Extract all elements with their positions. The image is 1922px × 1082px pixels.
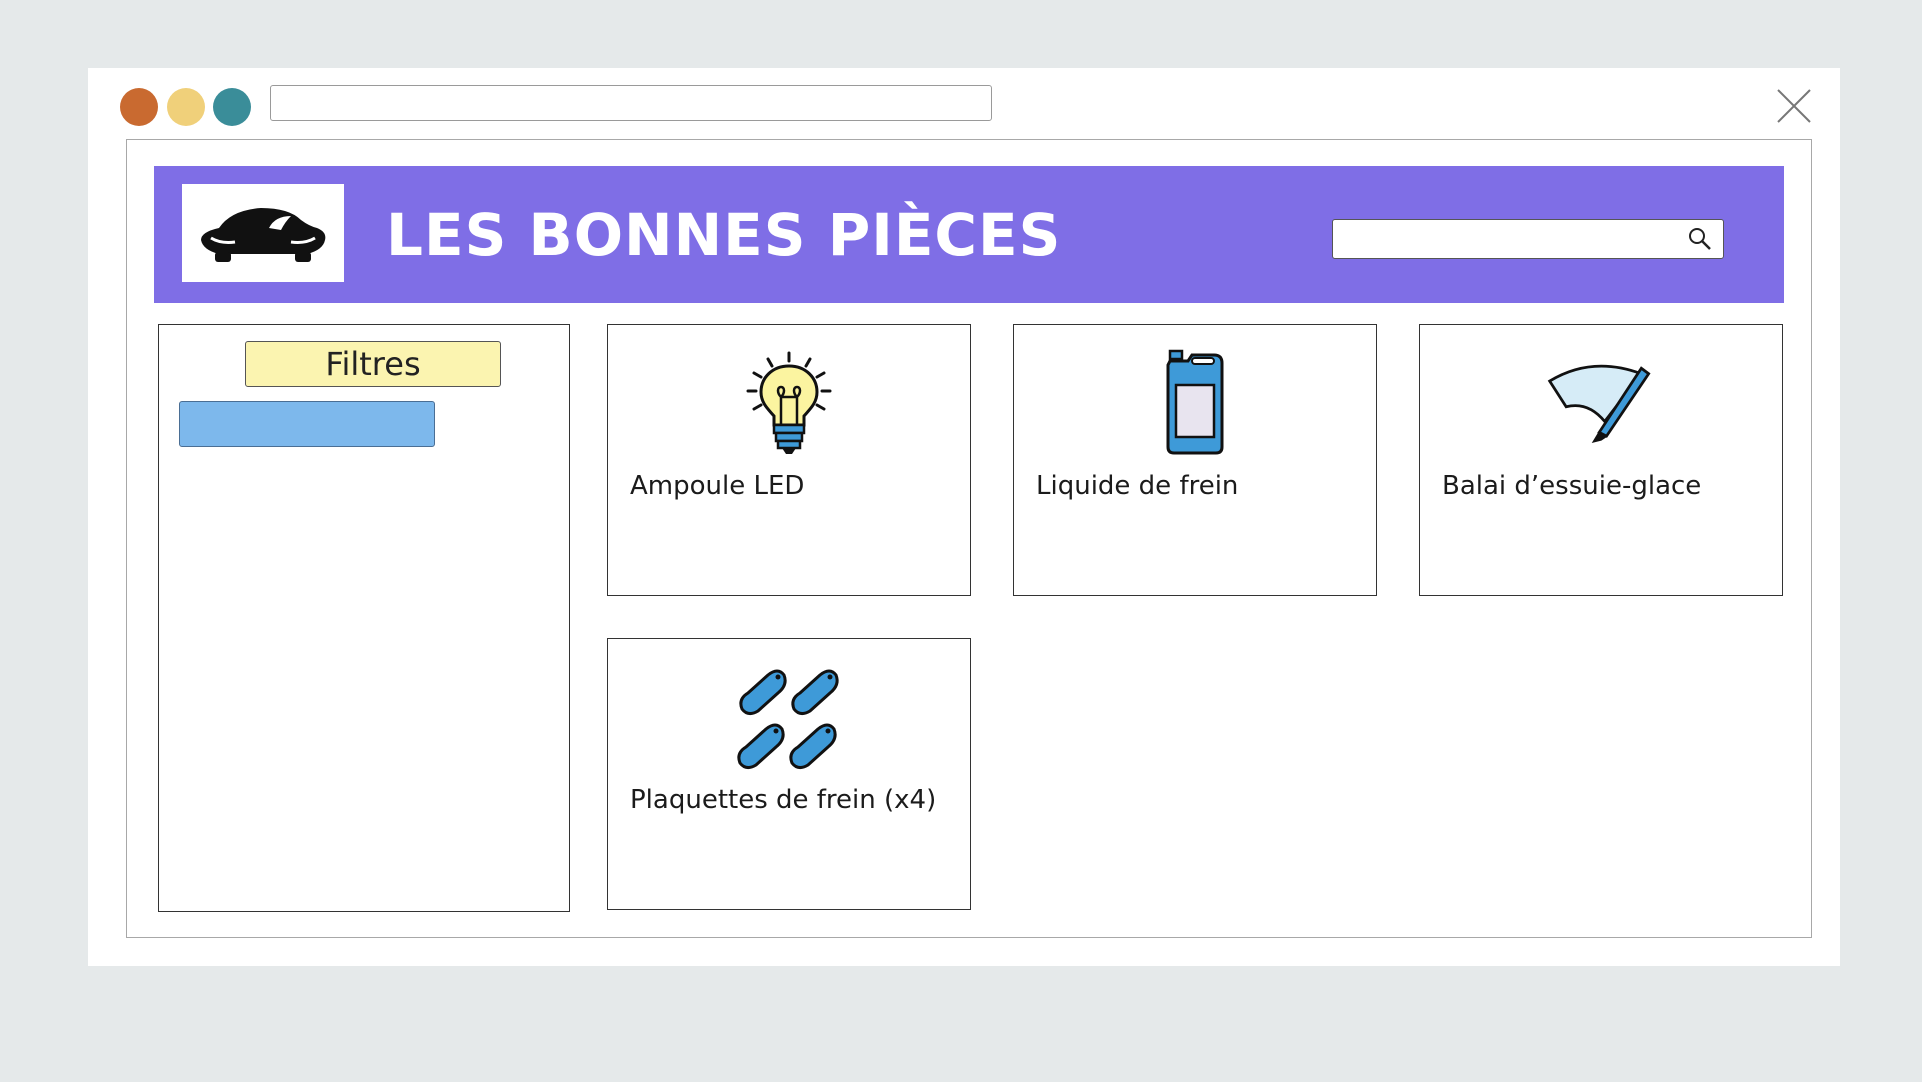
car-front-icon — [201, 208, 326, 262]
site-header: LES BONNES PIÈCES — [154, 166, 1784, 303]
close-icon[interactable] — [1774, 86, 1814, 126]
product-label: Liquide de frein — [1036, 471, 1239, 501]
filters-title: Filtres — [245, 341, 501, 387]
filter-select[interactable] — [179, 401, 435, 447]
fluid-bottle-icon — [1166, 349, 1224, 455]
product-card-liquide[interactable]: Liquide de frein — [1013, 324, 1377, 596]
product-label: Balai d’essuie-glace — [1442, 471, 1702, 501]
url-bar[interactable] — [270, 85, 992, 121]
window-minimize-dot[interactable] — [167, 88, 205, 126]
lightbulb-icon — [746, 351, 832, 454]
site-title: LES BONNES PIÈCES — [386, 201, 1062, 269]
wiper-blade-icon — [1547, 364, 1651, 444]
product-label: Plaquettes de frein (x4) — [630, 785, 937, 815]
product-card-balai[interactable]: Balai d’essuie-glace — [1419, 324, 1783, 596]
product-label: Ampoule LED — [630, 471, 805, 501]
filters-panel: Filtres — [158, 324, 570, 912]
browser-window: LES BONNES PIÈCES Filtres Ampoule LED Li… — [88, 68, 1840, 966]
search-icon[interactable] — [1687, 226, 1713, 252]
page-viewport: LES BONNES PIÈCES Filtres Ampoule LED Li… — [126, 139, 1812, 938]
product-card-ampoule[interactable]: Ampoule LED — [607, 324, 971, 596]
product-card-plaquettes[interactable]: Plaquettes de frein (x4) — [607, 638, 971, 910]
site-logo[interactable] — [182, 184, 344, 282]
window-close-dot[interactable] — [120, 88, 158, 126]
brake-pads-icon — [737, 669, 839, 770]
window-maximize-dot[interactable] — [213, 88, 251, 126]
search-input[interactable] — [1332, 219, 1724, 259]
